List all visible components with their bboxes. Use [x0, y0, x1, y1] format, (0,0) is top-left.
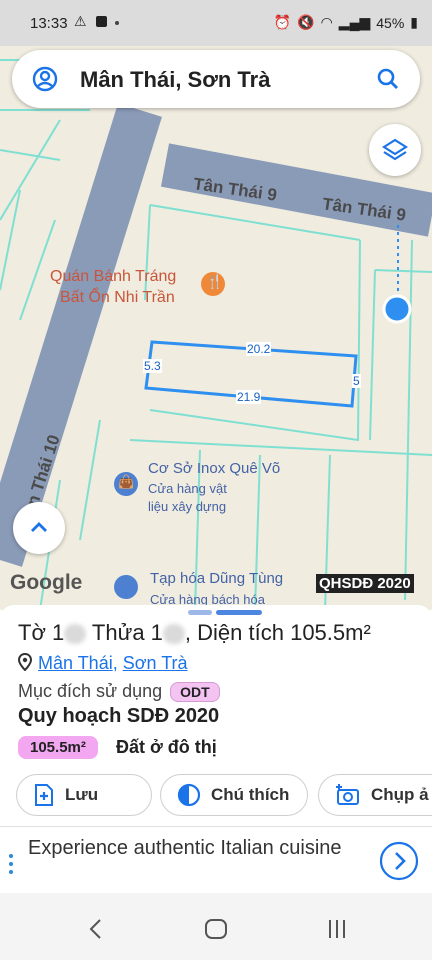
- ad-text[interactable]: Experience authentic Italian cuisine: [28, 835, 348, 862]
- sheet-handle-active[interactable]: [216, 610, 262, 615]
- location-line: Mân Thái, Sơn Trà: [17, 652, 188, 674]
- account-icon[interactable]: [32, 66, 58, 92]
- recents-icon[interactable]: [326, 918, 348, 940]
- area-badge: 105.5m²: [18, 736, 98, 759]
- fork-knife-icon: 🍴: [206, 273, 224, 289]
- contrast-icon: [177, 783, 201, 807]
- edge-length-label: 5.3: [143, 359, 162, 373]
- store-marker: [114, 575, 138, 599]
- edge-length-label: 5: [352, 374, 361, 388]
- signal-icon: ▂▄▆: [338, 14, 371, 30]
- overlay-label: QHSDĐ 2020: [316, 574, 414, 593]
- battery-level: 45%: [376, 14, 405, 31]
- navigation-bar: [0, 893, 432, 960]
- place-category: Cửa hàng vật: [148, 481, 227, 496]
- redacted-number: [64, 624, 87, 645]
- place-category: liệu xây dựng: [148, 499, 227, 514]
- status-bar: 13:33 ⚠ ⏰ 🔇 ◠ ▂▄▆ 45% ▮: [0, 0, 432, 46]
- google-watermark: Google: [10, 571, 83, 594]
- add-photo-icon: [336, 784, 359, 805]
- legend-button[interactable]: Chú thích: [160, 774, 308, 816]
- land-purpose: Mục đích sử dụng ODT: [18, 681, 220, 703]
- edge-length-label: 20.2: [246, 342, 272, 356]
- plan-title: Quy hoạch SDĐ 2020: [18, 705, 220, 727]
- district-link[interactable]: Sơn Trà: [123, 653, 188, 673]
- poi-name-line2[interactable]: Bất Ổn Nhi Trần: [60, 287, 175, 308]
- layers-icon: [382, 138, 408, 161]
- status-right: ⏰ 🔇 ◠ ▂▄▆ 45% ▮: [274, 14, 418, 31]
- sheet-handle[interactable]: [188, 610, 212, 615]
- purpose-code-badge: ODT: [170, 682, 220, 703]
- add-file-icon: [35, 784, 53, 806]
- parcel-info-sheet[interactable]: Tờ 1 Thửa 1, Diện tích 105.5m² Mân Thái,…: [0, 605, 432, 825]
- layers-button[interactable]: [369, 124, 421, 176]
- redacted-number: [162, 624, 185, 645]
- parcel-title: Tờ 1 Thửa 1, Diện tích 105.5m²: [18, 620, 371, 645]
- place-name[interactable]: Cơ Sở Inox Quê Võ: [148, 460, 280, 477]
- poi-name-line1[interactable]: Quán Bánh Tráng: [50, 266, 176, 287]
- location-pin-icon: [17, 652, 33, 672]
- ad-banner[interactable]: Experience authentic Italian cuisine: [0, 826, 432, 894]
- notification-icon: [96, 16, 107, 27]
- capture-button[interactable]: Chụp ả: [318, 774, 432, 816]
- ward-link[interactable]: Mân Thái: [38, 653, 113, 673]
- back-icon[interactable]: [88, 918, 104, 940]
- home-icon[interactable]: [204, 918, 228, 940]
- alarm-icon: ⏰: [273, 14, 292, 30]
- search-bar[interactable]: Mân Thái, Sơn Trà: [12, 50, 420, 108]
- chevron-up-icon: [31, 522, 47, 532]
- battery-icon: ▮: [410, 14, 418, 30]
- save-button[interactable]: Lưu: [16, 774, 152, 816]
- info-icon[interactable]: [4, 853, 18, 875]
- edge-length-label: 21.9: [236, 390, 262, 404]
- wifi-icon: ◠: [320, 14, 333, 30]
- bag-icon: 👜: [118, 474, 135, 489]
- dot-icon: [115, 21, 119, 25]
- search-icon[interactable]: [376, 67, 400, 91]
- expand-button[interactable]: [13, 502, 65, 554]
- mute-icon: 🔇: [297, 14, 315, 30]
- status-time: 13:33: [30, 15, 68, 32]
- land-type: Đất ở đô thị: [116, 737, 217, 757]
- warning-icon: ⚠: [74, 13, 87, 29]
- chevron-right-icon[interactable]: [379, 841, 419, 881]
- place-name[interactable]: Tạp hóa Dũng Tùng: [150, 570, 283, 587]
- location-dot: [382, 294, 412, 324]
- search-query[interactable]: Mân Thái, Sơn Trà: [80, 67, 270, 93]
